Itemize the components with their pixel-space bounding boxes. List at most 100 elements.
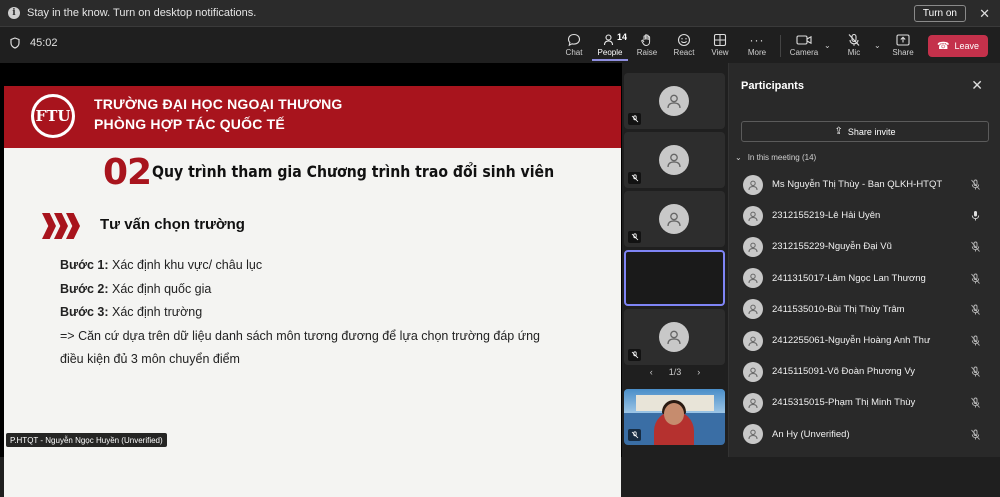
leave-button[interactable]: ☎ Leave — [928, 35, 988, 57]
avatar — [659, 204, 689, 234]
step-item: Bước 2: Xác định quốc gia — [60, 281, 212, 296]
meeting-toolbar: 45:02 Chat 14 People Raise React View ··… — [0, 27, 1000, 63]
share-invite-label: Share invite — [847, 126, 896, 137]
video-gallery: ‹ 1/3 › — [622, 63, 728, 457]
info-icon: i — [8, 7, 20, 19]
more-button[interactable]: ··· More — [739, 31, 775, 61]
mic-off-icon — [628, 231, 641, 243]
participant-row[interactable]: 2412255061-Nguyễn Hoàng Anh Thư — [729, 325, 1000, 356]
shield-icon — [10, 37, 20, 49]
university-logo: FTU — [29, 92, 77, 140]
notification-bar: i Stay in the know. Turn on desktop noti… — [0, 0, 1000, 27]
chevron-down-icon[interactable]: ⌄ — [874, 41, 881, 50]
avatar — [743, 361, 763, 382]
slide-subtitle: Tư vấn chọn trường — [100, 216, 245, 233]
note-line: điều kiện đủ 3 môn chuyển điểm — [60, 352, 240, 366]
participants-panel: Participants ✕ ⇪ Share invite ⌄ In this m… — [728, 63, 1000, 457]
mic-off-icon — [970, 272, 981, 290]
person-icon — [667, 153, 681, 168]
avatar — [659, 322, 689, 352]
page-indicator: 1/3 — [668, 367, 682, 377]
university-name: TRƯỜNG ĐẠI HỌC NGOẠI THƯƠNG — [94, 96, 343, 112]
participants-list: Ms Nguyễn Thị Thùy - Ban QLKH-HTQT 231215… — [729, 169, 1000, 450]
in-meeting-section-header[interactable]: ⌄ In this meeting (14) — [735, 153, 816, 162]
share-button[interactable]: Share — [886, 31, 920, 61]
selected-participant-tile[interactable] — [624, 250, 725, 306]
toolbar-divider — [780, 35, 781, 57]
participant-row[interactable]: 2415115091-Võ Đoàn Phương Vy — [729, 356, 1000, 387]
meeting-timer: 45:02 — [10, 37, 58, 49]
chat-label: Chat — [565, 48, 583, 57]
smile-icon — [677, 33, 691, 46]
people-button[interactable]: 14 People — [592, 31, 628, 61]
people-count: 14 — [617, 32, 628, 42]
chevron-right-icon[interactable]: › — [697, 367, 700, 377]
participant-name: 2411315017-Lâm Ngọc Lan Thương — [772, 272, 926, 284]
person-icon — [748, 242, 758, 253]
chat-button[interactable]: Chat — [556, 31, 592, 61]
react-button[interactable]: React — [666, 31, 702, 61]
participant-tile[interactable] — [624, 309, 725, 365]
shared-content-stage: FTU TRƯỜNG ĐẠI HỌC NGOẠI THƯƠNG PHÒNG HỢ… — [0, 63, 622, 497]
participant-row[interactable]: 2312155219-Lê Hải Uyên — [729, 200, 1000, 231]
share-invite-button[interactable]: ⇪ Share invite — [741, 121, 989, 142]
avatar — [659, 145, 689, 175]
person-icon — [667, 94, 681, 109]
participant-row[interactable]: 2411535010-Bùi Thị Thùy Trâm — [729, 294, 1000, 325]
person-icon — [748, 336, 758, 346]
avatar — [743, 236, 763, 257]
person-icon — [748, 211, 758, 221]
more-icon: ··· — [749, 32, 765, 47]
avatar — [743, 299, 763, 320]
chat-icon — [567, 33, 581, 46]
mic-off-icon — [628, 429, 641, 441]
participant-row[interactable]: Ms Nguyễn Thị Thùy - Ban QLKH-HTQT — [729, 169, 1000, 200]
close-icon[interactable]: ✕ — [979, 6, 990, 22]
camera-button[interactable]: Camera — [787, 31, 821, 61]
person-icon — [748, 398, 758, 408]
chevron-arrows-icon — [42, 213, 80, 239]
chevron-down-icon: ⌄ — [735, 153, 742, 162]
raise-label: Raise — [636, 48, 658, 57]
step-item: Bước 1: Xác định khu vực/ châu lục — [60, 258, 263, 272]
participant-name: 2312155219-Lê Hải Uyên — [772, 210, 881, 222]
view-button[interactable]: View — [702, 31, 738, 61]
participant-name: Ms Nguyễn Thị Thùy - Ban QLKH-HTQT — [772, 179, 943, 191]
raise-hand-button[interactable]: Raise — [629, 31, 665, 61]
phone-icon: ☎ — [937, 40, 950, 52]
mic-off-icon — [628, 113, 641, 125]
participant-tile[interactable] — [624, 132, 725, 188]
avatar — [743, 205, 763, 226]
participant-tile[interactable] — [624, 73, 725, 129]
section-title: Quy trình tham gia Chương trình trao đổi… — [152, 162, 555, 181]
participant-row[interactable]: 2411315017-Lâm Ngọc Lan Thương — [729, 263, 1000, 294]
mic-button[interactable]: Mic — [837, 31, 871, 61]
avatar — [743, 330, 763, 351]
avatar — [743, 392, 763, 413]
avatar — [743, 268, 763, 289]
turn-on-button[interactable]: Turn on — [913, 5, 966, 22]
person-icon — [748, 180, 758, 190]
person-icon — [748, 367, 758, 377]
mic-off-icon — [628, 349, 641, 361]
mic-icon — [970, 209, 981, 227]
person-icon — [748, 304, 758, 315]
participant-row[interactable]: 2312155229-Nguyễn Đại Vũ — [729, 231, 1000, 262]
note-line: => Căn cứ dựa trên dữ liệu danh sách môn… — [60, 328, 541, 343]
close-icon[interactable]: ✕ — [971, 77, 983, 94]
react-label: React — [673, 48, 695, 57]
participant-row[interactable]: 2415315015-Phạm Thị Minh Thùy — [729, 387, 1000, 418]
camera-label: Camera — [789, 48, 819, 57]
participant-video-tile[interactable] — [624, 389, 725, 445]
mic-off-icon — [970, 396, 981, 414]
gallery-pager: ‹ 1/3 › — [622, 367, 728, 377]
chevron-left-icon[interactable]: ‹ — [650, 367, 653, 377]
participant-tile[interactable] — [624, 191, 725, 247]
participant-row[interactable]: An Hy (Unverified) — [729, 419, 1000, 450]
person-icon — [748, 273, 758, 284]
mic-off-icon — [970, 365, 981, 383]
timer-text: 45:02 — [30, 37, 58, 49]
chevron-down-icon[interactable]: ⌄ — [824, 41, 831, 50]
participant-name: 2415315015-Phạm Thị Minh Thùy — [772, 397, 916, 409]
participant-name: 2312155229-Nguyễn Đại Vũ — [772, 241, 892, 253]
